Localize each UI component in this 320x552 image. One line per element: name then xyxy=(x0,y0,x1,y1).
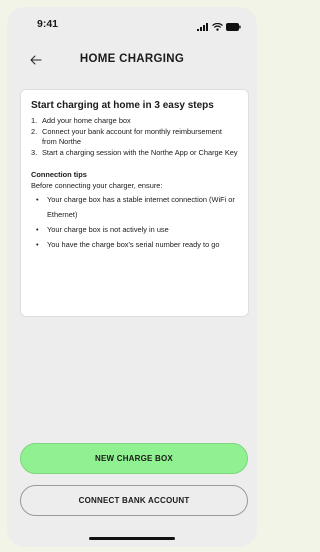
tip-text: Your charge box is not actively in use xyxy=(47,225,169,234)
tip-item: • You have the charge box's serial numbe… xyxy=(31,237,238,252)
step-text: Start a charging session with the Northe… xyxy=(42,147,238,157)
status-time: 9:41 xyxy=(37,18,59,30)
step-item: 3. Start a charging session with the Nor… xyxy=(31,148,238,159)
bullet-icon: • xyxy=(36,240,39,249)
new-charge-box-button[interactable]: NEW CHARGE BOX xyxy=(20,443,248,474)
tip-item: • Your charge box has a stable internet … xyxy=(31,192,238,222)
status-icons xyxy=(197,18,241,36)
tips-list: • Your charge box has a stable internet … xyxy=(31,192,238,252)
phone-screen: 9:41 HOME CHARGING Start charging at hom… xyxy=(7,7,257,547)
connect-bank-account-button[interactable]: CONNECT BANK ACCOUNT xyxy=(20,485,248,516)
home-indicator xyxy=(89,537,175,540)
tips-title: Connection tips xyxy=(31,170,87,179)
step-text: Connect your bank account for monthly re… xyxy=(42,126,222,147)
tip-item: • Your charge box is not actively in use xyxy=(31,222,238,237)
step-text: Add your home charge box xyxy=(42,116,131,125)
page-header: HOME CHARGING xyxy=(7,51,257,73)
instructions-card: Start charging at home in 3 easy steps 1… xyxy=(20,89,249,317)
step-item: 1. Add your home charge box xyxy=(31,116,238,127)
signal-icon xyxy=(197,18,209,36)
page-title: HOME CHARGING xyxy=(79,53,185,65)
tips-intro: Before connecting your charger, ensure: xyxy=(31,181,163,190)
step-number: 2. xyxy=(31,126,38,136)
tip-text: You have the charge box's serial number … xyxy=(47,240,220,249)
tip-text: Your charge box has a stable internet co… xyxy=(47,195,235,219)
bullet-icon: • xyxy=(36,225,39,234)
steps-list: 1. Add your home charge box 2. Connect y… xyxy=(31,116,238,158)
wifi-icon xyxy=(212,18,223,36)
step-number: 3. xyxy=(31,147,38,157)
step-number: 1. xyxy=(31,116,38,125)
step-item: 2. Connect your bank account for monthly… xyxy=(31,127,238,148)
bullet-icon: • xyxy=(36,195,39,204)
card-heading: Start charging at home in 3 easy steps xyxy=(31,100,214,111)
status-bar: 9:41 xyxy=(7,7,257,37)
battery-icon xyxy=(226,18,241,36)
